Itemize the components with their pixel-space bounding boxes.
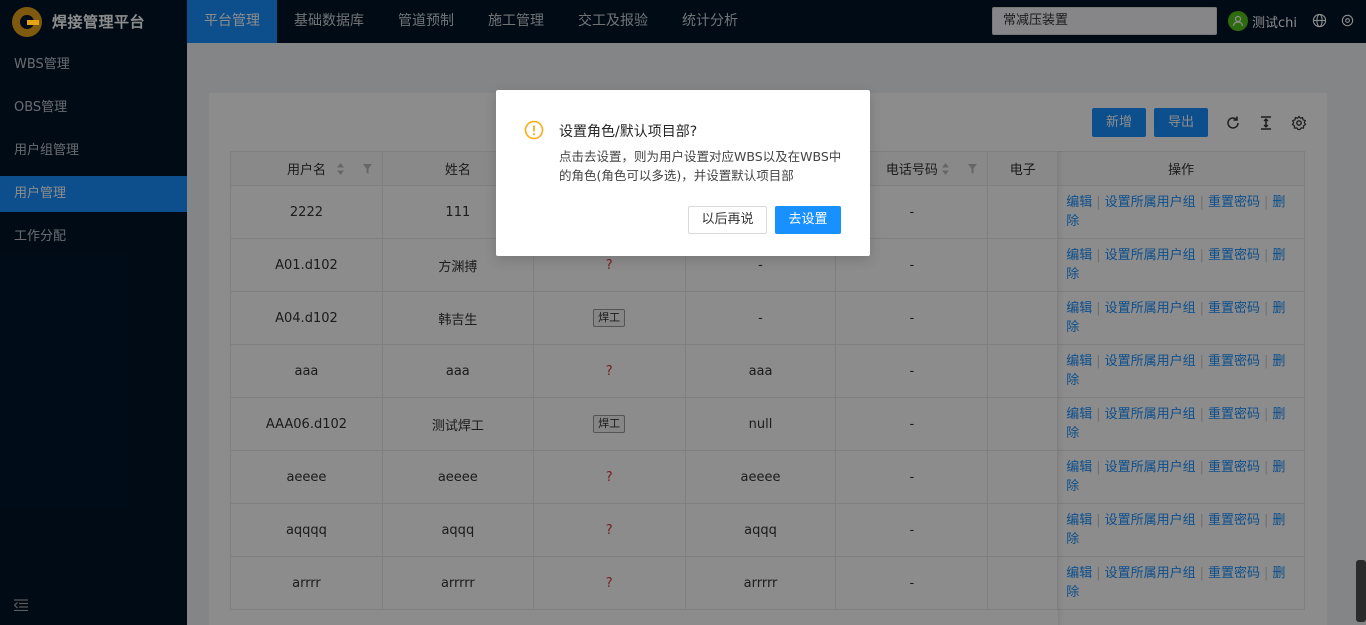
go-setup-button[interactable]: 去设置 (775, 206, 841, 234)
confirm-dialog: 设置角色/默认项目部? 点击去设置，则为用户设置对应WBS以及在WBS中的角色(… (496, 90, 870, 256)
scroll-indicator (1356, 560, 1366, 622)
later-button[interactable]: 以后再说 (688, 206, 767, 234)
dialog-content: 点击去设置，则为用户设置对应WBS以及在WBS中的角色(角色可以多选)，并设置默… (559, 149, 842, 183)
dialog-title: 设置角色/默认项目部? (559, 124, 698, 140)
exclamation-circle-icon (524, 120, 544, 140)
